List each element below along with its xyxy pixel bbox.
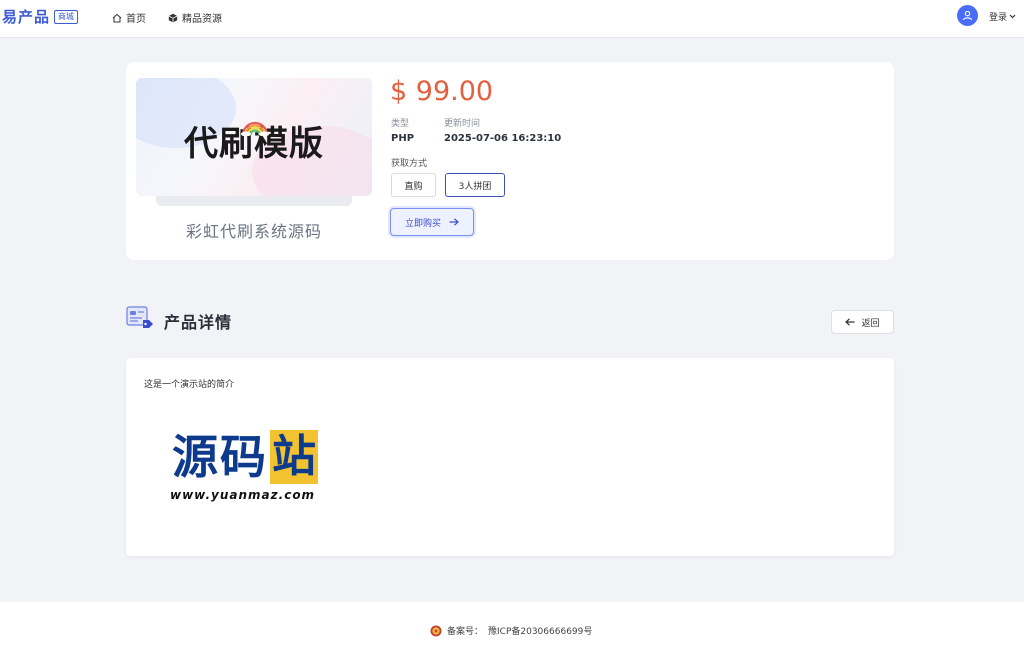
option-direct-buy[interactable]: 直购 [391,173,436,197]
updated-label: 更新时间 [444,119,481,129]
buy-now-label: 立即购买 [404,218,441,229]
brand-name[interactable]: 易产品 [2,6,50,27]
acquire-method-label: 获取方式 [391,159,428,169]
login-label: 登录 [989,13,1008,23]
brand-logo[interactable]: 易产品 商城 [2,6,79,27]
buy-now-button[interactable]: 立即购买 [390,208,474,236]
site-logo-image: 源码 站 [172,430,318,484]
product-card: 代刷模版 彩虹代刷系统源码 $ 99.00 类型 更新时间 PHP 2025-0… [126,62,894,260]
section-title-details: 产品详情 [164,313,233,332]
nav-item-resources[interactable]: 精品资源 [168,10,222,25]
updated-value: 2025-07-06 16:23:10 [444,133,562,144]
nav-item-home[interactable]: 首页 [112,10,146,25]
home-icon [112,13,122,22]
icp-label: 备案号： [447,627,484,637]
logo-text: 源码 [172,430,268,484]
option-group-buy-label: 3人拼团 [458,181,492,192]
product-name: 彩虹代刷系统源码 [185,222,322,241]
icp-record[interactable]: 备案号： 豫ICP备20306666699号 [430,624,592,637]
option-group-buy[interactable]: 3人拼团 [445,173,505,197]
icp-value[interactable]: 豫ICP备20306666699号 [488,624,592,637]
product-cover-image[interactable]: 代刷模版 [136,78,372,196]
cover-shadow [156,196,352,206]
logo-url-text: www.yuanmaz.com [170,488,316,502]
nav-item-resources-label: 精品资源 [182,14,222,25]
footer: 备案号： 豫ICP备20306666699号 [0,602,1024,651]
rainbow-icon [241,121,269,136]
top-navbar: 易产品 商城 首页 精品资源 登录 [0,0,1024,38]
login-dropdown[interactable]: 登录 [989,10,1016,23]
type-value: PHP [391,133,415,144]
product-details-card: 这是一个演示站的简介 源码 站 www.yuanmaz.com [126,358,894,556]
product-details-icon [126,306,153,328]
option-direct-buy-label: 直购 [404,181,423,192]
police-badge-icon [430,625,442,636]
arrow-right-icon [449,218,459,226]
type-label: 类型 [391,119,410,129]
arrow-left-icon [845,318,855,326]
brand-tag: 商城 [54,9,79,24]
back-label: 返回 [861,318,880,329]
cube-icon [168,13,178,22]
avatar[interactable] [957,5,978,26]
chevron-down-icon [1009,14,1016,19]
back-button[interactable]: 返回 [831,310,894,334]
product-intro-text: 这是一个演示站的简介 [144,380,235,390]
logo-highlight-char: 站 [270,430,318,484]
product-price: $ 99.00 [390,76,494,107]
nav-item-home-label: 首页 [126,14,146,25]
user-icon [962,10,973,21]
